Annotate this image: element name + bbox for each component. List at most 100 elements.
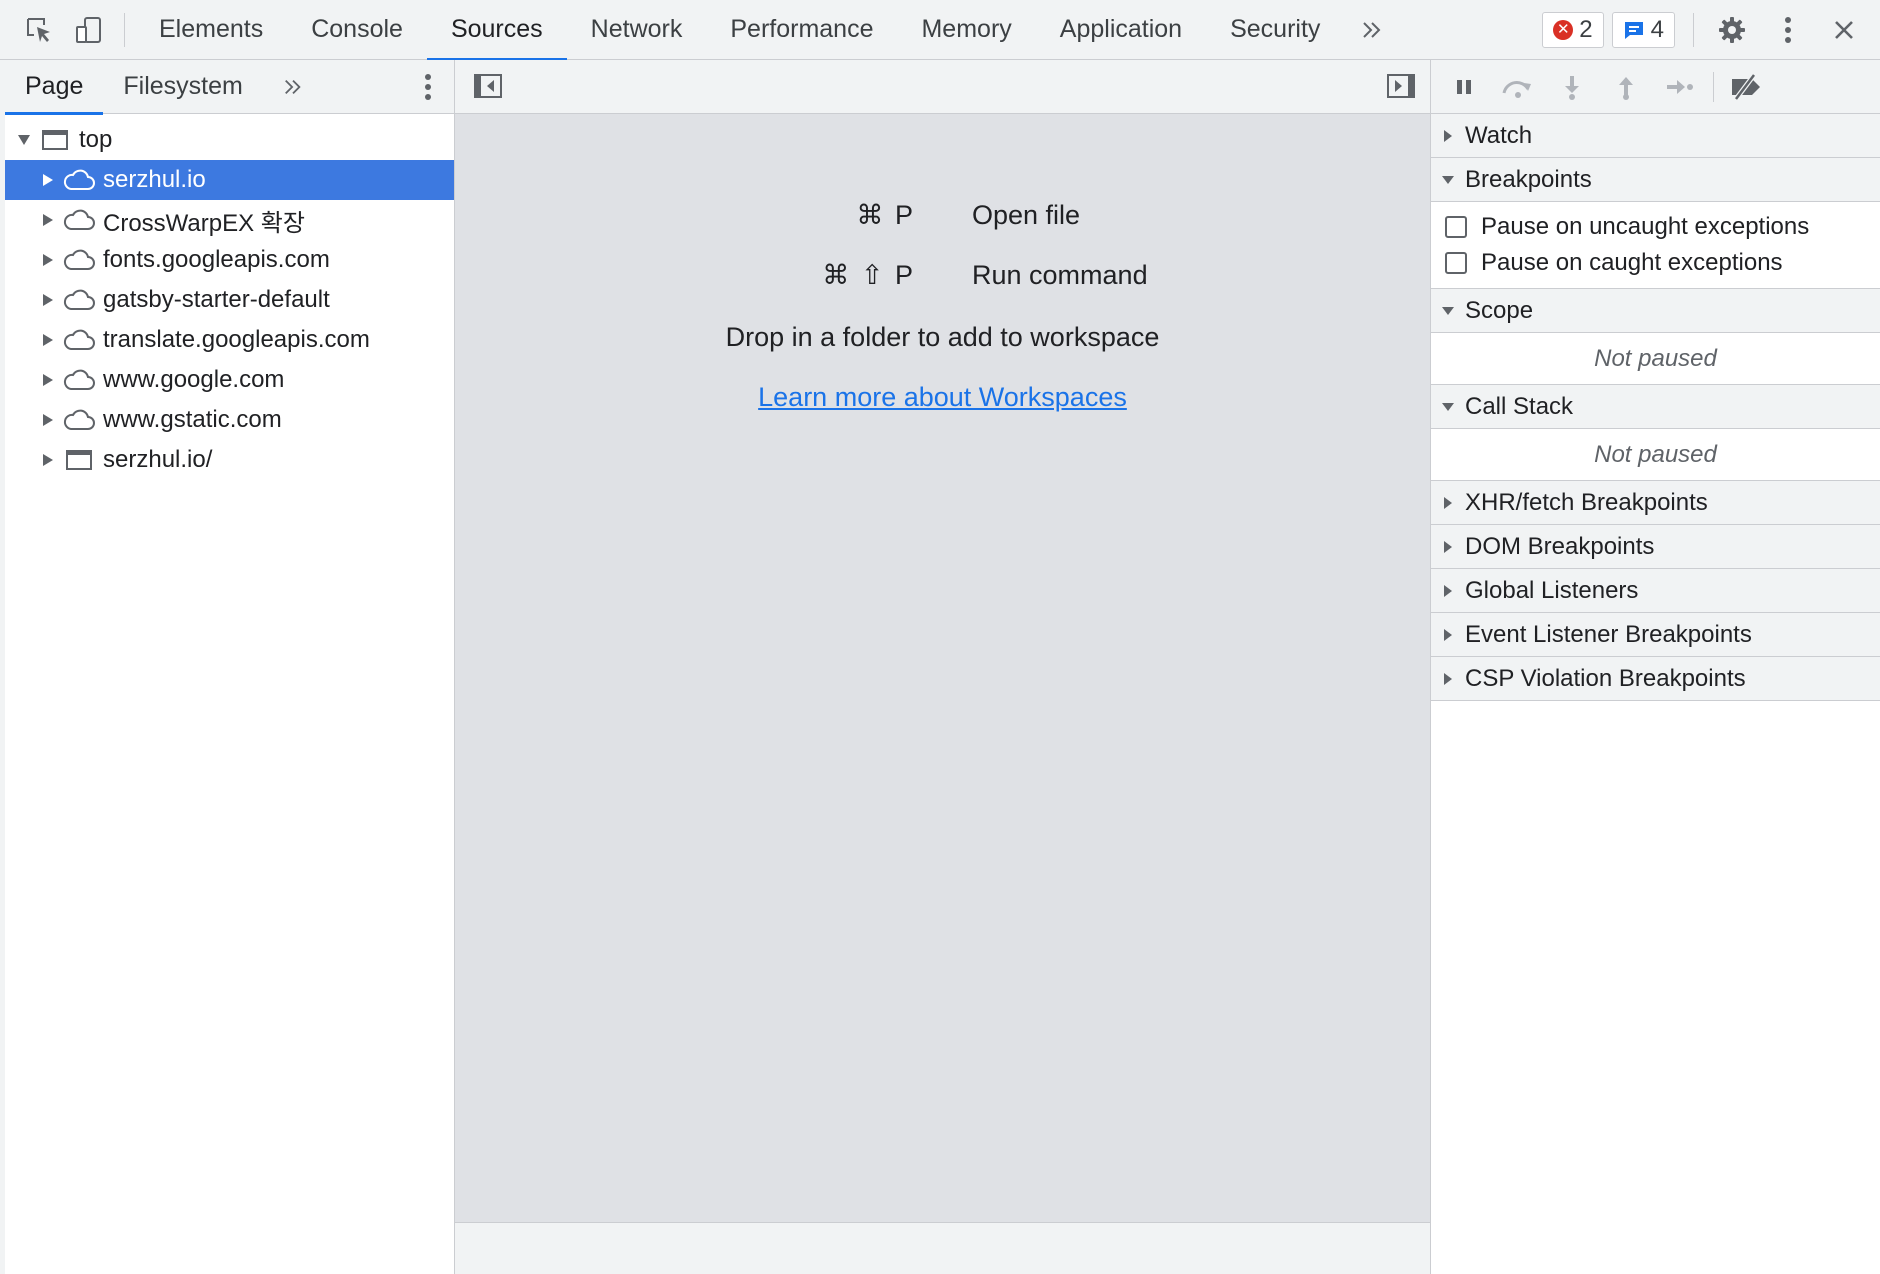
collapsed-arrow-icon [1431, 628, 1465, 642]
more-tabs-chevron-icon[interactable] [1344, 0, 1400, 60]
tree-item-www-google[interactable]: www.google.com [5, 360, 454, 400]
editor-status-bar [455, 1222, 1430, 1274]
expand-right-arrow-icon[interactable] [37, 280, 59, 320]
collapsed-arrow-icon [1431, 540, 1465, 554]
pause-uncaught-checkbox[interactable]: Pause on uncaught exceptions [1431, 209, 1880, 245]
settings-gear-icon[interactable] [1704, 0, 1760, 60]
toggle-navigator-icon[interactable] [473, 72, 503, 100]
xhr-breakpoints-pane-header[interactable]: XHR/fetch Breakpoints [1431, 481, 1880, 525]
collapsed-arrow-icon [1431, 672, 1465, 686]
checkbox-box[interactable] [1445, 216, 1467, 238]
step-into-icon[interactable] [1545, 60, 1599, 114]
call-stack-pane-header[interactable]: Call Stack [1431, 385, 1880, 429]
shortcut-label: Open file [972, 200, 1081, 230]
step-icon[interactable] [1653, 60, 1707, 114]
tree-item-www-gstatic[interactable]: www.gstatic.com [5, 400, 454, 440]
shortcut-keys: ⌘ P [856, 200, 915, 230]
tab-sources[interactable]: Sources [426, 0, 567, 61]
cloud-icon [59, 160, 99, 200]
expand-right-arrow-icon[interactable] [37, 320, 59, 360]
pane-title: Watch [1465, 121, 1533, 149]
tree-item-label: fonts.googleapis.com [103, 246, 330, 273]
cloud-icon [59, 280, 99, 320]
tab-elements[interactable]: Elements [135, 0, 287, 60]
tab-security[interactable]: Security [1206, 0, 1344, 60]
csp-violation-breakpoints-pane-header[interactable]: CSP Violation Breakpoints [1431, 657, 1880, 701]
pause-icon[interactable] [1437, 60, 1491, 114]
collapsed-arrow-icon [1431, 496, 1465, 510]
tab-application[interactable]: Application [1036, 0, 1206, 60]
debugger-divider [1713, 71, 1714, 102]
expand-right-arrow-icon[interactable] [37, 240, 59, 280]
tab-performance[interactable]: Performance [706, 0, 897, 60]
scope-pane-header[interactable]: Scope [1431, 289, 1880, 333]
expand-right-arrow-icon[interactable] [37, 200, 59, 240]
kebab-menu-icon[interactable] [1760, 0, 1816, 60]
step-out-icon[interactable] [1599, 60, 1653, 114]
debugger-controls [1431, 60, 1880, 114]
expand-down-arrow-icon[interactable] [13, 120, 35, 160]
shortcut-keys: ⌘ ⇧ P [822, 260, 915, 290]
expand-right-arrow-icon[interactable] [37, 160, 59, 200]
watch-pane-header[interactable]: Watch [1431, 114, 1880, 158]
learn-workspaces-link[interactable]: Learn more about Workspaces [758, 382, 1127, 412]
event-listener-breakpoints-pane-header[interactable]: Event Listener Breakpoints [1431, 613, 1880, 657]
toggle-debugger-icon[interactable] [1386, 72, 1416, 100]
toolbar-divider [124, 12, 125, 47]
tab-filesystem[interactable]: Filesystem [103, 60, 262, 114]
inspect-element-icon[interactable] [14, 0, 64, 60]
pause-caught-checkbox[interactable]: Pause on caught exceptions [1431, 245, 1880, 281]
deactivate-breakpoints-icon[interactable] [1720, 60, 1774, 114]
shortcut-label: Run command [972, 260, 1148, 290]
tree-item-serzhul-frame[interactable]: serzhul.io/ [5, 440, 454, 480]
expanded-arrow-icon [1431, 402, 1465, 412]
error-count-badge[interactable]: ✕ 2 [1542, 11, 1604, 48]
shortcut-open-file: ⌘ P Open file [455, 196, 1430, 236]
pane-title: Global Listeners [1465, 576, 1639, 604]
tree-item-label: serzhul.io [103, 166, 206, 193]
expand-right-arrow-icon[interactable] [37, 400, 59, 440]
collapsed-arrow-icon [1431, 129, 1465, 143]
message-count-badge[interactable]: 4 [1611, 11, 1675, 48]
tree-item-label: serzhul.io/ [103, 446, 213, 473]
checkbox-label: Pause on caught exceptions [1481, 249, 1783, 276]
close-icon[interactable] [1816, 0, 1872, 60]
tree-item-label: top [79, 126, 113, 153]
checkbox-box[interactable] [1445, 252, 1467, 274]
expand-right-arrow-icon[interactable] [37, 360, 59, 400]
learn-workspaces-container: Learn more about Workspaces [455, 382, 1430, 413]
navigator-menu-icon[interactable] [424, 60, 432, 114]
tree-item-gatsby-starter[interactable]: gatsby-starter-default [5, 280, 454, 320]
tab-network[interactable]: Network [567, 0, 707, 60]
tab-console[interactable]: Console [287, 0, 427, 60]
expand-right-arrow-icon[interactable] [37, 440, 59, 480]
pane-title: Event Listener Breakpoints [1465, 620, 1752, 648]
device-toolbar-icon[interactable] [64, 0, 114, 60]
tree-item-fonts-googleapis[interactable]: fonts.googleapis.com [5, 240, 454, 280]
tab-memory[interactable]: Memory [897, 0, 1035, 60]
cloud-icon [59, 240, 99, 280]
pane-title: DOM Breakpoints [1465, 532, 1655, 560]
tree-item-label: www.gstatic.com [103, 406, 282, 433]
dom-breakpoints-pane-header[interactable]: DOM Breakpoints [1431, 525, 1880, 569]
cloud-icon [59, 200, 99, 240]
tree-item-crosswarpex[interactable]: CrossWarpEX 확장 [5, 200, 454, 240]
step-over-icon[interactable] [1491, 60, 1545, 114]
global-listeners-pane-header[interactable]: Global Listeners [1431, 569, 1880, 613]
error-icon: ✕ [1553, 19, 1574, 40]
pane-title: XHR/fetch Breakpoints [1465, 488, 1708, 516]
tab-page[interactable]: Page [5, 60, 104, 115]
toolbar-divider [1693, 12, 1694, 47]
message-count: 4 [1650, 15, 1664, 43]
pane-title: CSP Violation Breakpoints [1465, 664, 1746, 692]
frame-icon [35, 120, 75, 160]
editor-panel: ⌘ P Open file ⌘ ⇧ P Run command Drop in … [455, 60, 1430, 1274]
breakpoints-pane-header[interactable]: Breakpoints [1431, 158, 1880, 202]
tree-item-top[interactable]: top [5, 120, 454, 160]
tree-item-serzhul-io[interactable]: serzhul.io [5, 160, 454, 200]
debugger-sidebar: Watch Breakpoints Pause on uncaught exce… [1430, 60, 1880, 1274]
cloud-icon [59, 320, 99, 360]
tree-item-translate-googleapis[interactable]: translate.googleapis.com [5, 320, 454, 360]
tree-item-label: CrossWarpEX 확장 [103, 209, 305, 237]
more-navigator-tabs-icon[interactable] [263, 60, 323, 114]
